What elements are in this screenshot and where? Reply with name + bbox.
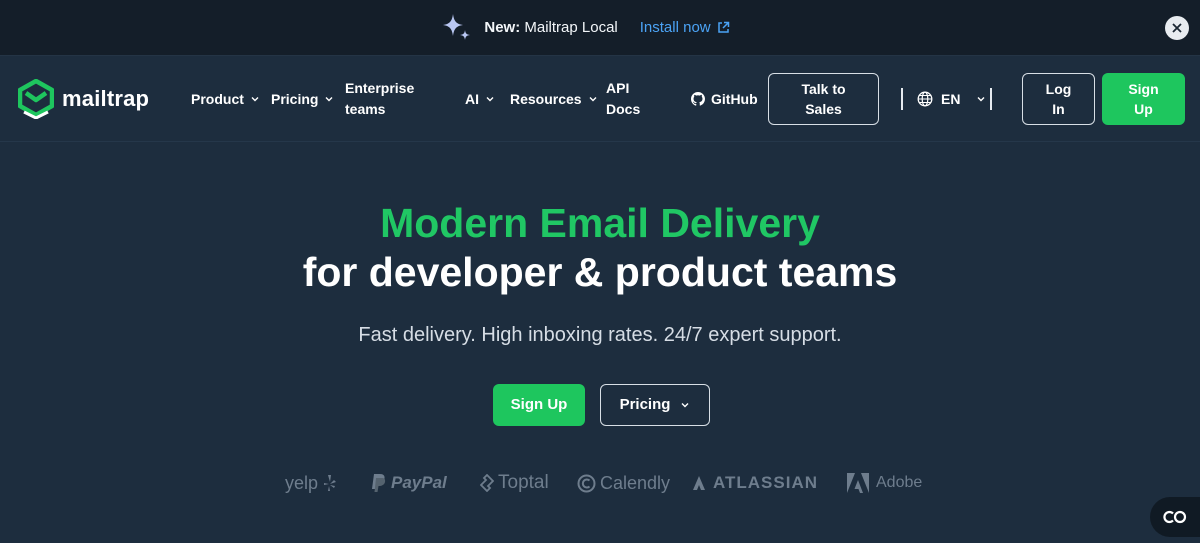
chevron-down-icon <box>486 97 494 102</box>
calendly-mark-icon <box>577 474 596 492</box>
calendly-logo: Calendly <box>577 466 670 500</box>
talk-to-sales-button[interactable]: Talk to Sales <box>768 73 879 125</box>
nav-ai-label: AI <box>465 90 479 107</box>
talk-to-sales-label: Talk to Sales <box>801 81 846 117</box>
nav-pricing-label: Pricing <box>271 90 319 107</box>
adobe-logo: Adobe <box>846 466 922 500</box>
sparkle-icon <box>443 13 471 40</box>
nav-resources-label: Resources <box>510 90 582 107</box>
announcement-text: New: Mailtrap Local <box>484 19 617 36</box>
nav-github-label: GitHub <box>711 90 758 107</box>
atlassian-logo: ATLASSIAN <box>692 466 818 500</box>
brand-name: mailtrap <box>62 86 150 111</box>
nav-item-pricing[interactable]: Pricing <box>271 56 334 142</box>
nav-item-resources[interactable]: Resources <box>510 56 598 142</box>
nav-item-product[interactable]: Product <box>191 56 260 142</box>
toptal-logo: Toptal <box>480 466 549 500</box>
chat-icon <box>1163 510 1187 524</box>
adobe-mark-icon <box>847 473 869 493</box>
nav-enterprise-label: Enterprise teams <box>345 80 415 117</box>
nav-divider-left <box>901 88 903 110</box>
language-label: EN <box>941 90 961 107</box>
chat-widget-button[interactable] <box>1150 497 1200 537</box>
customer-logos: yelp PayPal Toptal Calendly ATLASSIAN Ad… <box>0 466 1200 500</box>
yelp-logo-text: yelp <box>285 472 319 493</box>
log-in-button[interactable]: Log In <box>1022 73 1095 125</box>
log-in-label: Log In <box>1045 81 1072 117</box>
announcement-product: Mailtrap Local <box>520 19 618 36</box>
calendly-logo-text: Calendly <box>600 472 671 493</box>
yelp-logo: yelp <box>285 466 338 500</box>
yelp-burst-icon <box>324 475 337 491</box>
toptal-logo-text: Toptal <box>498 472 549 493</box>
chevron-down-icon <box>681 403 689 408</box>
external-link-icon <box>717 21 729 33</box>
atlassian-mark-icon <box>693 476 705 490</box>
install-now-link[interactable]: Install now <box>640 19 730 36</box>
hero-pricing-button[interactable]: Pricing <box>600 384 710 426</box>
mailtrap-logo[interactable]: mailtrap <box>18 79 149 119</box>
nav-api-docs-label: API Docs <box>606 80 641 117</box>
announcement-new-label: New: <box>484 19 521 36</box>
install-now-label: Install now <box>639 19 711 36</box>
chevron-down-icon <box>325 97 333 102</box>
nav-sign-up-label: Sign Up <box>1128 81 1159 117</box>
toptal-mark-icon <box>480 474 494 492</box>
close-announcement-button[interactable] <box>1165 16 1189 40</box>
paypal-logo: PayPal <box>371 466 447 500</box>
hero-sign-up-label: Sign Up <box>510 396 568 413</box>
chevron-down-icon <box>977 97 985 102</box>
atlassian-logo-text: ATLASSIAN <box>713 473 819 492</box>
hero-title-line2: for developer & product teams <box>302 249 898 295</box>
nav-item-enterprise-teams[interactable]: Enterprise teams <box>345 56 425 142</box>
nav-item-github[interactable]: GitHub <box>691 56 758 142</box>
hero-sign-up-button[interactable]: Sign Up <box>493 384 585 426</box>
hero-pricing-label: Pricing <box>619 396 671 413</box>
nav-divider-right <box>990 88 992 110</box>
hero-title-line1: Modern Email Delivery <box>380 200 820 246</box>
hero-subtitle: Fast delivery. High inboxing rates. 24/7… <box>358 324 842 346</box>
nav-item-ai[interactable]: AI <box>465 56 495 142</box>
paypal-logo-text: PayPal <box>391 473 447 492</box>
chevron-down-icon <box>251 97 259 102</box>
announcement-bar: New: Mailtrap Local Install now <box>0 0 1200 56</box>
nav-product-label: Product <box>191 90 244 107</box>
nav-sign-up-button[interactable]: Sign Up <box>1102 73 1185 125</box>
mailtrap-logo-icon <box>18 79 54 119</box>
github-icon <box>691 92 705 106</box>
paypal-mark-icon <box>372 474 386 492</box>
globe-icon <box>917 91 933 107</box>
chevron-down-icon <box>589 97 597 102</box>
language-selector[interactable]: EN <box>917 56 986 142</box>
nav-item-api-docs[interactable]: API Docs <box>606 56 642 142</box>
main-nav: mailtrap Product Pricing Enterprise team… <box>0 56 1200 142</box>
adobe-logo-text: Adobe <box>876 474 923 491</box>
close-icon <box>1172 23 1182 33</box>
